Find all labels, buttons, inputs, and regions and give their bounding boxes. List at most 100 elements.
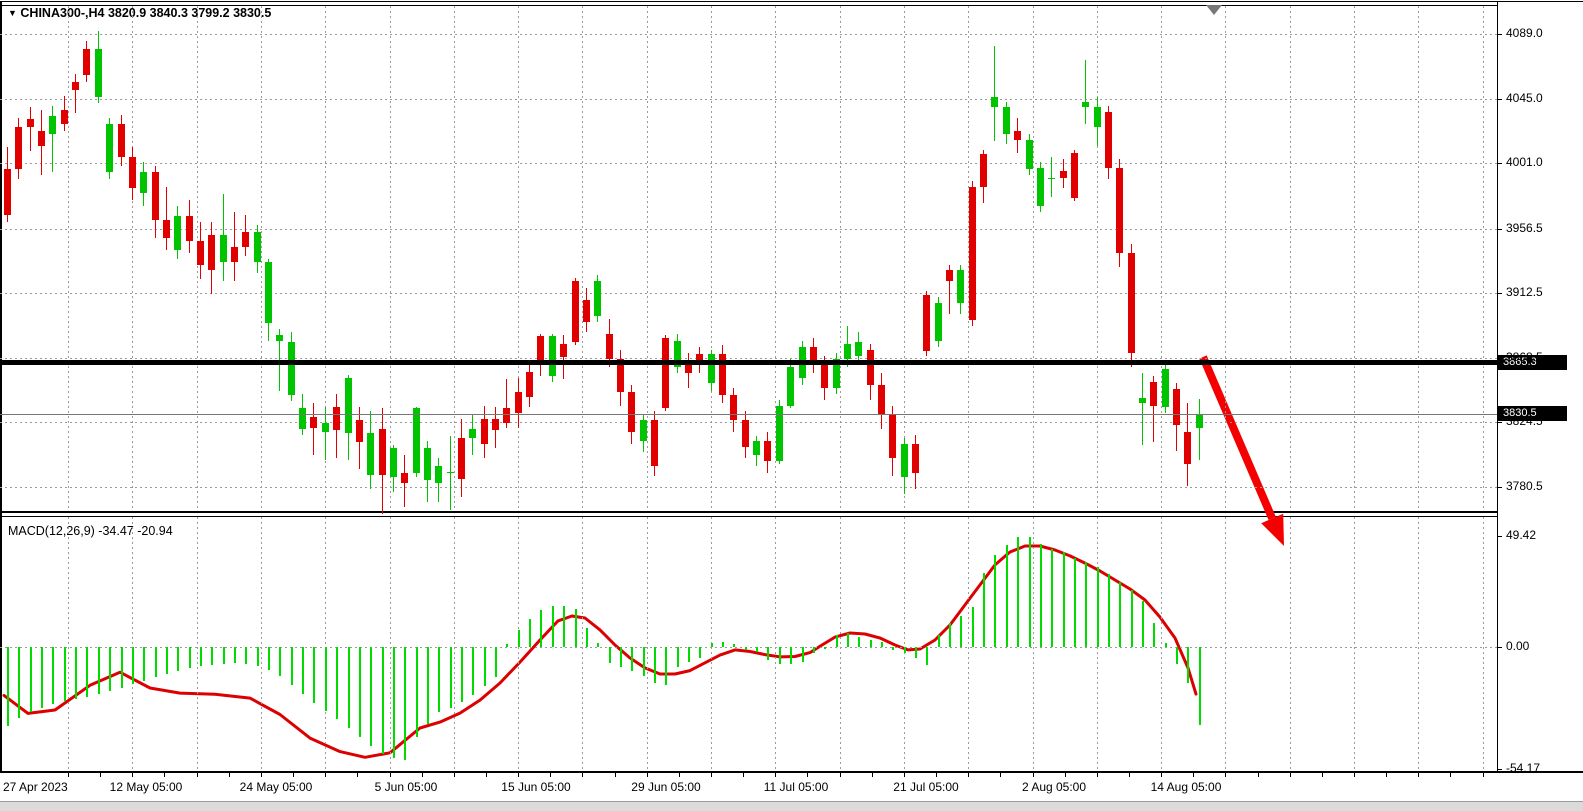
macd-histogram-bar (881, 642, 883, 647)
price-axis-tick (1497, 487, 1502, 488)
candle-body (572, 281, 579, 342)
macd-histogram-bar (86, 647, 88, 697)
candle-wick (75, 74, 76, 113)
candle-wick (313, 403, 314, 455)
price-axis-label: 3824.5 (1506, 414, 1543, 428)
macd-histogram-bar (7, 647, 9, 726)
candle-body (923, 295, 930, 351)
candle-body (1071, 153, 1078, 198)
pane-separator-line-2 (0, 516, 1497, 517)
time-axis-tick (1161, 773, 1162, 777)
time-axis-tick (1418, 773, 1419, 777)
candle-body (38, 131, 45, 146)
candle-body (969, 187, 976, 320)
time-axis-tick (1065, 773, 1066, 777)
macd-histogram-bar (359, 647, 361, 737)
time-axis-tick (1290, 773, 1291, 777)
candle-body (299, 408, 306, 429)
time-axis-tick (390, 773, 391, 777)
macd-histogram-bar (64, 647, 66, 701)
macd-axis-tick (1497, 536, 1502, 537)
candle-body (764, 441, 771, 461)
macd-histogram-bar (688, 647, 690, 662)
candle-body (980, 154, 987, 187)
macd-histogram-bar (1187, 647, 1189, 683)
macd-histogram-bar (654, 647, 656, 683)
macd-histogram-bar (1040, 544, 1042, 647)
time-axis-tick (1097, 773, 1098, 777)
macd-histogram-bar (427, 647, 429, 724)
candle-wick (994, 46, 995, 141)
vertical-gridline (775, 517, 776, 771)
candle-body (333, 407, 340, 430)
candle-body (515, 392, 522, 413)
left-border-line (0, 1, 2, 773)
candle-body (742, 420, 749, 447)
candle-body (242, 232, 249, 247)
candle-body (537, 336, 544, 361)
time-axis-label: 21 Jul 05:00 (893, 780, 958, 794)
candle-body (49, 116, 56, 134)
candle-wick (450, 436, 451, 510)
macd-histogram-bar (677, 647, 679, 667)
macd-histogram-bar (166, 647, 168, 674)
time-axis-tick (1386, 773, 1387, 777)
price-axis-label: 4001.0 (1506, 155, 1543, 169)
candle-wick (166, 187, 167, 250)
time-axis-label: 14 Aug 05:00 (1151, 780, 1222, 794)
macd-pane[interactable] (0, 517, 1497, 771)
candle-body (606, 334, 613, 359)
vertical-gridline (1418, 517, 1419, 771)
candle-body (208, 235, 215, 270)
macd-histogram-bar (631, 647, 633, 671)
vertical-gridline (582, 517, 583, 771)
time-axis-label: 2 Aug 05:00 (1022, 780, 1086, 794)
macd-histogram-bar (824, 647, 826, 649)
candle-body (95, 49, 102, 97)
candle-body (503, 408, 510, 423)
time-axis-tick (422, 773, 423, 777)
candle-body (186, 216, 193, 241)
candle-body (1162, 369, 1169, 407)
candle-body (1184, 432, 1191, 464)
price-axis-label: 3780.5 (1506, 479, 1543, 493)
candle-body (787, 367, 794, 406)
time-axis-tick (679, 773, 680, 777)
candle-body (276, 335, 283, 341)
macd-histogram-bar (813, 647, 815, 653)
macd-histogram-bar (518, 630, 520, 647)
macd-histogram-bar (938, 635, 940, 647)
price-axis[interactable]: 4089.04045.04001.03956.53912.53868.53824… (1497, 2, 1583, 771)
time-axis-tick (775, 773, 776, 777)
horizontal-gridline (0, 358, 1497, 359)
candle-body (1139, 398, 1146, 403)
macd-histogram-bar (75, 647, 77, 699)
candle-body (469, 429, 476, 438)
macd-histogram-bar (1097, 567, 1099, 647)
candle-body (1003, 107, 1010, 134)
candle-body (367, 433, 374, 475)
candle-body (424, 448, 431, 480)
symbol-dropdown-icon[interactable]: ▼ (8, 8, 17, 18)
time-axis-label: 5 Jun 05:00 (375, 780, 438, 794)
time-axis-tick (968, 773, 969, 777)
time-axis[interactable]: 27 Apr 202312 May 05:0024 May 05:005 Jun… (0, 773, 1583, 801)
vertical-gridline (1161, 517, 1162, 771)
vertical-gridline (904, 6, 905, 511)
time-axis-tick (1225, 773, 1226, 777)
candle-body (254, 232, 261, 262)
price-axis-tick (1497, 229, 1502, 230)
candle-body (594, 281, 601, 316)
price-axis-tick (1497, 293, 1502, 294)
resistance-level-line[interactable] (0, 360, 1497, 365)
macd-histogram-bar (540, 610, 542, 647)
scroll-to-end-icon[interactable] (1206, 5, 1222, 15)
macd-histogram-bar (1153, 623, 1155, 647)
macd-histogram-bar (733, 644, 735, 647)
macd-indicator-label: MACD(12,26,9) -34.47 -20.94 (8, 524, 173, 538)
time-axis-tick (872, 773, 873, 777)
vertical-gridline (1033, 517, 1034, 771)
time-axis-tick (518, 773, 519, 777)
current-price-line (0, 414, 1497, 415)
vertical-gridline (390, 517, 391, 771)
